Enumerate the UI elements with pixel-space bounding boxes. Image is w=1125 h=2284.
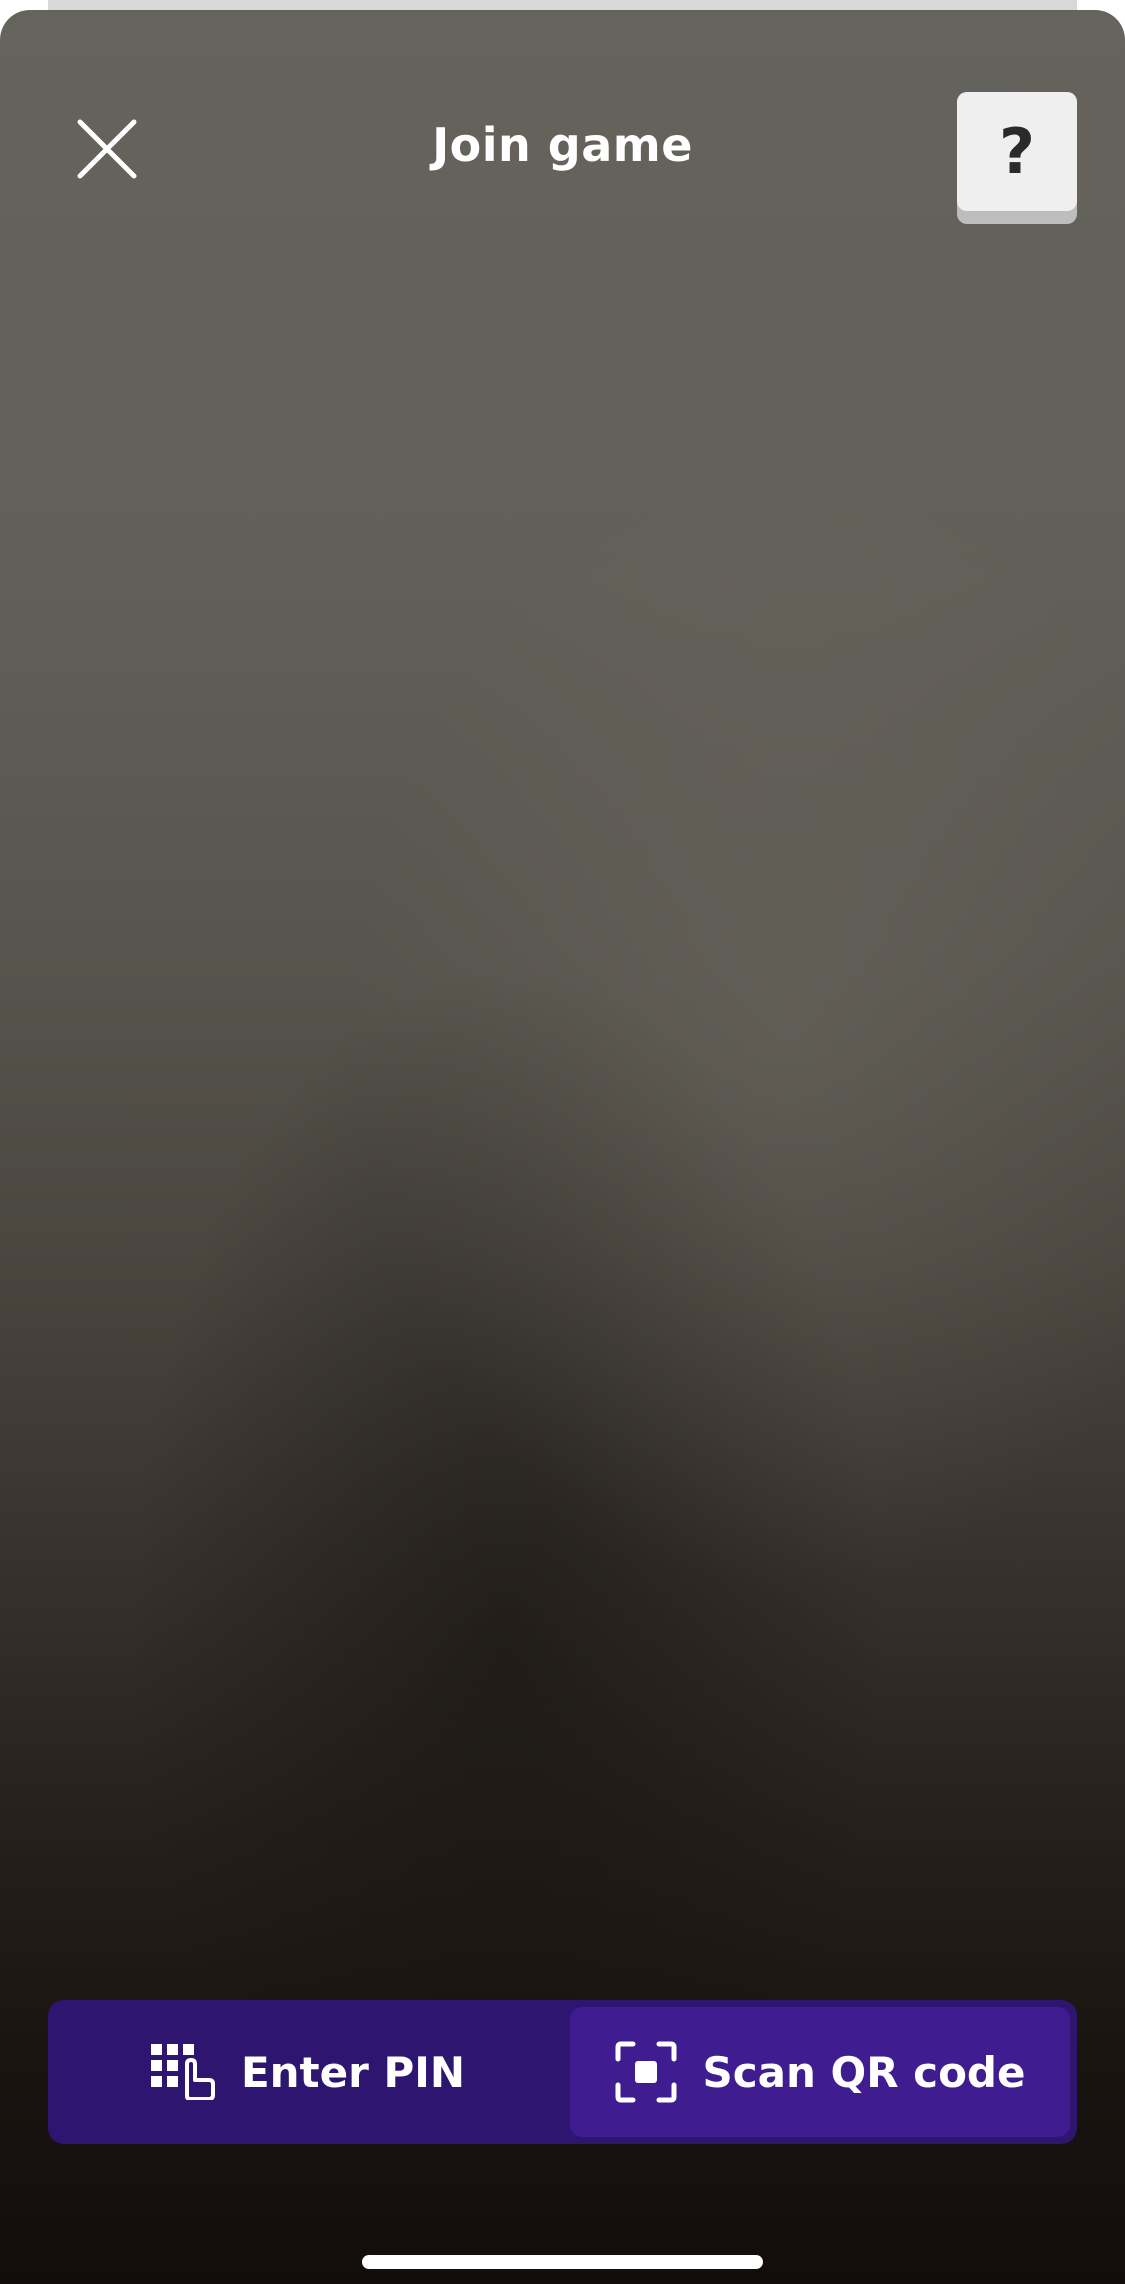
qr-scan-icon [615, 2041, 677, 2103]
join-mode-toggle: Enter PIN Scan QR code [48, 2000, 1077, 2144]
camera-viewfinder: Join game ? Enter PIN Scan QR code [0, 10, 1125, 2284]
close-icon [77, 119, 137, 179]
home-indicator[interactable] [362, 2255, 763, 2269]
enter-pin-button[interactable]: Enter PIN [48, 2000, 568, 2144]
scan-qr-button[interactable]: Scan QR code [570, 2007, 1070, 2137]
enter-pin-label: Enter PIN [240, 2047, 466, 2097]
help-button[interactable]: ? [957, 92, 1077, 224]
keypad-tap-icon [150, 2044, 215, 2100]
scan-qr-label: Scan QR code [702, 2047, 1026, 2097]
background-sheet-edge [48, 0, 1077, 10]
help-label: ? [957, 92, 1077, 211]
close-button[interactable] [72, 114, 142, 184]
